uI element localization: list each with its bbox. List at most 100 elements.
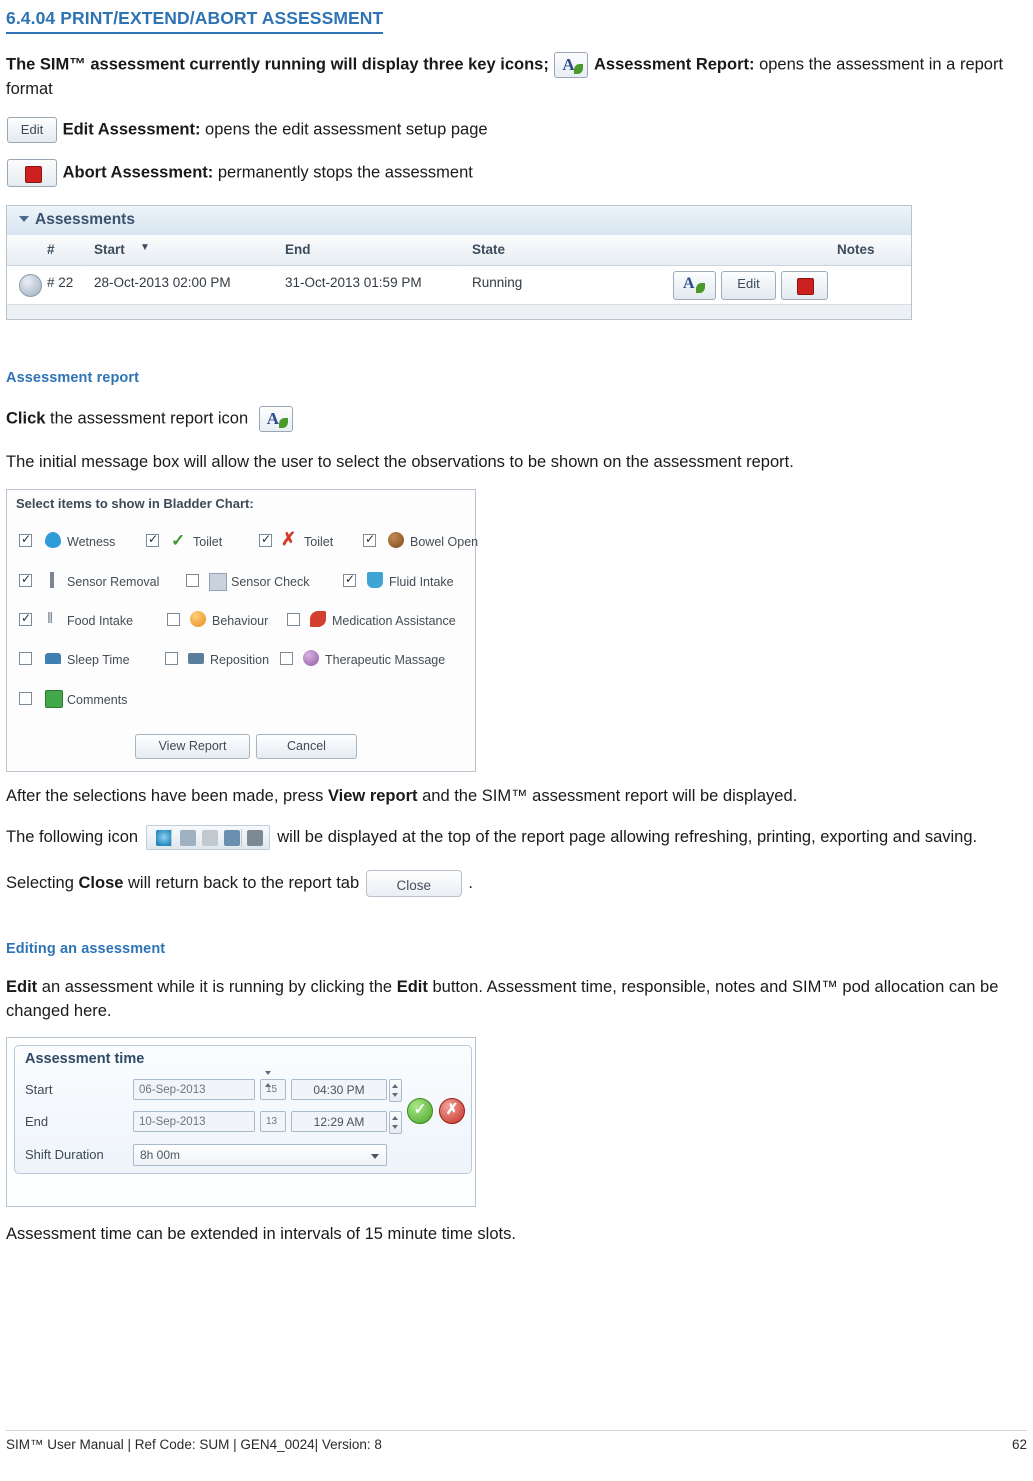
assessment-report-icon: A	[554, 51, 589, 78]
select-items-row: ‖ Food Intake Behaviour Medication Assis…	[19, 610, 469, 633]
click-report-text: the assessment report icon	[50, 409, 249, 428]
green-tick-icon[interactable]: ✓	[407, 1097, 433, 1124]
assessment-time-figure-wrap: Assessment time Start 06-Sep-2013 15 04:…	[6, 1036, 1016, 1207]
intro-paragraph-2: Edit Edit Assessment: opens the edit ass…	[6, 117, 1016, 144]
checkbox-toilet-cross[interactable]	[259, 532, 272, 547]
sensor-check-icon	[209, 572, 227, 591]
save-icon	[223, 830, 240, 847]
intro-paragraph-1: The SIM™ assessment currently running wi…	[6, 51, 1016, 101]
edit-word: Edit	[6, 978, 38, 997]
checkbox-therapeutic-massage[interactable]	[280, 651, 293, 665]
red-cross-icon: ✗	[281, 528, 297, 549]
shift-duration-select[interactable]: 8h 00m	[133, 1143, 387, 1166]
start-time-stepper[interactable]	[389, 1078, 402, 1102]
col-header-notes[interactable]: Notes	[837, 242, 875, 257]
green-check-icon: ✓	[171, 530, 186, 550]
checkbox-sensor-removal[interactable]	[19, 572, 32, 587]
click-word: Click	[6, 409, 46, 428]
start-date-field[interactable]: 06-Sep-2013	[133, 1078, 255, 1100]
closing-line: Assessment time can be extended in inter…	[6, 1224, 516, 1243]
checkbox-medication-assistance[interactable]	[287, 612, 300, 626]
col-header-start[interactable]: Start	[94, 242, 125, 257]
select-items-row: Comments	[19, 689, 469, 712]
end-spin-value[interactable]: 13	[260, 1110, 286, 1132]
select-label-food-intake: Food Intake	[67, 613, 134, 628]
click-report-icon-line: Click the assessment report icon A	[6, 406, 1016, 433]
following-icon-text-a: The following icon	[6, 828, 139, 846]
assessments-panel-screenshot: Assessments # Start ▼ End State Notes # …	[6, 205, 912, 321]
checkbox-sensor-check[interactable]	[186, 573, 199, 587]
end-time-field[interactable]: 12:29 AM	[291, 1110, 387, 1132]
col-header-number: #	[47, 242, 55, 258]
comment-icon	[45, 689, 63, 708]
checkbox-toilet-check[interactable]	[146, 532, 159, 547]
end-time-stepper[interactable]	[389, 1110, 402, 1134]
select-label-behaviour: Behaviour	[212, 613, 269, 628]
checkbox-reposition[interactable]	[165, 651, 178, 665]
row-report-button[interactable]: A	[673, 271, 716, 301]
row-abort-button[interactable]	[781, 271, 828, 301]
selecting-text-b: will return back to the report tab	[128, 874, 360, 892]
edit-button-term: Edit	[396, 978, 428, 997]
assessment-report-term: Assessment Report:	[594, 55, 755, 74]
after-selections-text-b: and the SIM™ assessment report will be d…	[422, 786, 798, 805]
assessment-time-panel: Assessment time Start 06-Sep-2013 15 04:…	[14, 1044, 472, 1174]
select-label-sensor-check: Sensor Check	[231, 574, 310, 589]
select-items-row: Sleep Time Reposition Therapeutic Massag…	[19, 649, 469, 672]
checkbox-food-intake[interactable]	[19, 611, 32, 626]
row-edit-button[interactable]: Edit	[721, 271, 776, 301]
view-report-button[interactable]: View Report	[135, 733, 250, 759]
select-label-toilet-1: Toilet	[193, 534, 223, 549]
red-cross-icon[interactable]: ✗	[439, 1097, 465, 1124]
refresh-icon	[155, 830, 172, 847]
row-report-icon-letter: A	[683, 275, 695, 293]
col-header-end[interactable]: End	[285, 242, 311, 257]
row-start: 28-Oct-2013 02:00 PM	[94, 275, 231, 291]
select-label-reposition: Reposition	[210, 652, 270, 667]
checkbox-behaviour[interactable]	[167, 612, 180, 626]
checkbox-fluid-intake[interactable]	[343, 572, 356, 587]
select-label-sensor-removal: Sensor Removal	[67, 574, 160, 589]
intro-line1-lead: The SIM™ assessment currently running wi…	[6, 55, 549, 74]
select-label-bowel-open: Bowel Open	[410, 534, 479, 549]
checkbox-bowel-open[interactable]	[363, 532, 376, 547]
horizontal-scrollbar[interactable]	[7, 304, 911, 320]
row-report-icon-leaf	[696, 283, 705, 294]
pill-icon	[310, 610, 326, 627]
checkbox-sleep-time[interactable]	[19, 651, 32, 665]
toolbar-divider	[170, 829, 172, 848]
table-row[interactable]: # 22 28-Oct-2013 02:00 PM 31-Oct-2013 01…	[7, 266, 911, 305]
close-button-label: Close	[396, 878, 431, 894]
orange-face-icon	[190, 610, 206, 627]
chevron-down-icon	[371, 1153, 379, 1159]
footer-page-number: 62	[1011, 1437, 1027, 1452]
document-page: 6.4.04 PRINT/EXTEND/ABORT ASSESSMENT The…	[0, 0, 1033, 1481]
select-items-figure-wrap: Select items to show in Bladder Chart: W…	[6, 488, 1016, 772]
report-icon-letter: A	[266, 409, 280, 429]
intro-paragraph-3: Abort Assessment: permanently stops the …	[6, 159, 1016, 188]
end-date-field[interactable]: 10-Sep-2013	[133, 1110, 255, 1132]
after-selections-line: After the selections have been made, pre…	[6, 785, 1016, 808]
row-status-icon	[19, 274, 42, 298]
select-items-title: Select items to show in Bladder Chart:	[16, 495, 254, 511]
select-items-row: Sensor Removal Sensor Check Fluid Intake	[19, 571, 469, 594]
collapse-chevron-icon[interactable]	[19, 216, 29, 223]
select-label-toilet-2: Toilet	[304, 534, 334, 549]
selecting-close-line: Selecting Close will return back to the …	[6, 870, 1016, 898]
start-spin-value[interactable]: 15	[260, 1078, 286, 1100]
select-label-therapeutic-massage: Therapeutic Massage	[325, 652, 446, 667]
row-abort-icon	[797, 278, 814, 296]
select-label-comments: Comments	[67, 692, 128, 707]
edit-assessment-term: Edit Assessment:	[62, 120, 201, 139]
row-end: 31-Oct-2013 01:59 PM	[285, 275, 422, 291]
assessments-figure-wrap: Assessments # Start ▼ End State Notes # …	[6, 205, 1016, 321]
abort-assessment-icon	[7, 159, 57, 188]
col-header-state[interactable]: State	[472, 242, 505, 257]
cancel-button[interactable]: Cancel	[256, 733, 357, 759]
checkbox-comments[interactable]	[19, 691, 32, 705]
select-label-fluid-intake: Fluid Intake	[389, 574, 454, 589]
following-icon-text-b: will be displayed at the top of the repo…	[277, 828, 978, 846]
start-time-field[interactable]: 04:30 PM	[291, 1078, 387, 1100]
checkbox-wetness[interactable]	[19, 532, 32, 547]
assessment-report-icon: A	[258, 406, 293, 433]
